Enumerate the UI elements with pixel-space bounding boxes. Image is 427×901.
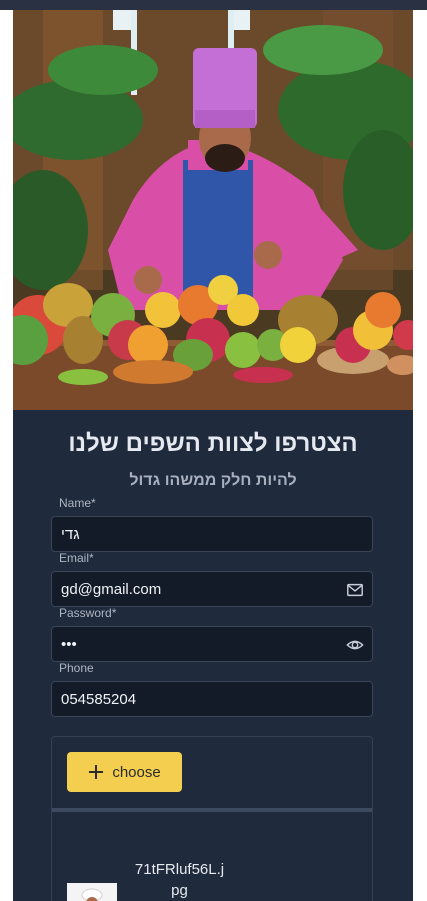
name-value: גדי [61,526,80,543]
file-name: 71tFRluf56L.jpg [134,861,225,899]
password-value: ••• [61,636,77,653]
top-bar [0,0,427,10]
page-subtitle: להיות חלק ממשהו גדול [129,472,297,489]
chef-hero-image [13,10,413,410]
plus-icon [89,765,104,779]
image-upload-panel: choose 71tFRluf56L.jpg [51,736,373,901]
choose-button[interactable]: choose [67,752,182,792]
name-label: Name* [59,496,96,510]
password-field[interactable]: ••• [51,626,373,662]
mail-icon [347,583,363,597]
page-title: הצטרפו לצוות השפים שלנו [68,430,358,457]
choose-label: choose [112,763,161,781]
email-label: Email* [59,551,94,565]
file-thumbnail [67,883,117,901]
upload-divider [52,808,372,812]
email-value: gd@gmail.com [61,581,162,598]
phone-field[interactable]: 054585204 [51,681,373,717]
name-field[interactable]: גדי [51,516,373,552]
signup-card: הצטרפו לצוות השפים שלנו להיות חלק ממשהו … [13,10,413,901]
email-field[interactable]: gd@gmail.com [51,571,373,607]
phone-label: Phone [59,661,94,675]
password-label: Password* [59,606,117,620]
phone-value: 054585204 [61,691,137,708]
eye-icon[interactable] [346,636,364,654]
